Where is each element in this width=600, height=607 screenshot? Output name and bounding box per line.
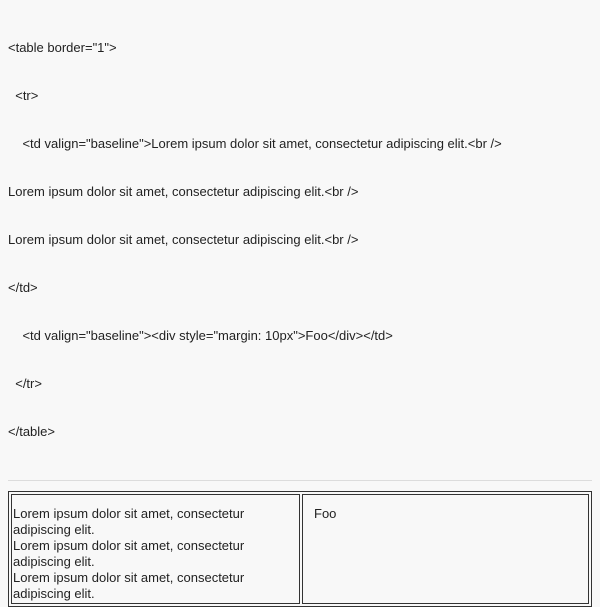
source-line: Lorem ipsum dolor sit amet, consectetur … <box>8 232 359 247</box>
rendered-table: Lorem ipsum dolor sit amet, consectetur … <box>8 491 592 607</box>
source-line: </tr> <box>8 376 42 391</box>
source-line: <tr> <box>8 88 39 103</box>
divider <box>8 480 592 481</box>
source-code-block: <table border="1"> <tr> <td valign="base… <box>8 8 592 472</box>
source-line: <td valign="baseline"><div style="margin… <box>8 328 393 343</box>
table-cell-foo: Foo <box>302 494 589 604</box>
source-line: <table border="1"> <box>8 40 117 55</box>
lorem-text-line: Lorem ipsum dolor sit amet, consectetur … <box>13 506 245 537</box>
foo-text: Foo <box>314 506 337 521</box>
table-row: Lorem ipsum dolor sit amet, consectetur … <box>11 494 589 604</box>
source-line: </td> <box>8 280 38 295</box>
lorem-text-line: Lorem ipsum dolor sit amet, consectetur … <box>13 570 245 601</box>
source-line: <td valign="baseline">Lorem ipsum dolor … <box>8 136 502 151</box>
source-line: Lorem ipsum dolor sit amet, consectetur … <box>8 184 359 199</box>
lorem-text-line: Lorem ipsum dolor sit amet, consectetur … <box>13 538 245 569</box>
source-line: </table> <box>8 424 55 439</box>
page: <table border="1"> <tr> <td valign="base… <box>0 0 600 607</box>
table-cell-lorem: Lorem ipsum dolor sit amet, consectetur … <box>11 494 300 604</box>
